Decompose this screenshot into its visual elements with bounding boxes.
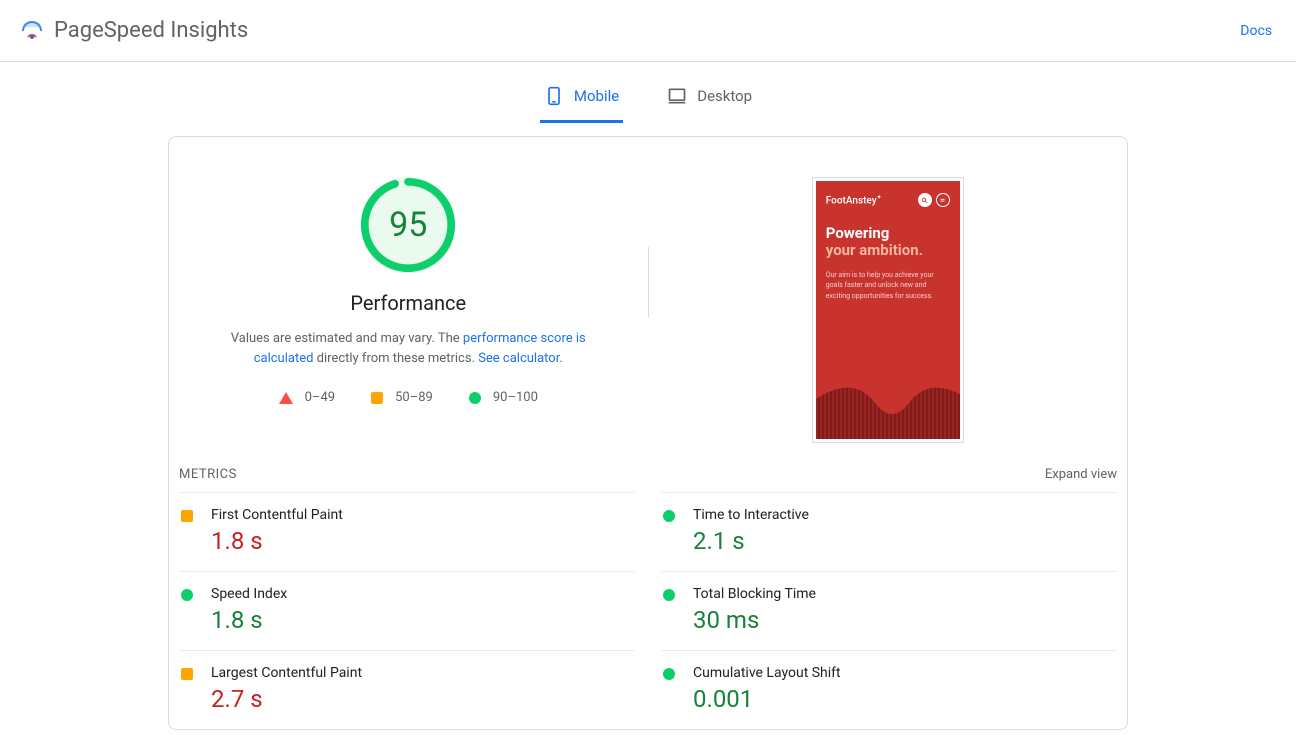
preview-topbar: FootAnstey✦ <box>826 193 950 207</box>
preview-screen: FootAnstey✦ Powering your ambition. Our … <box>816 181 960 439</box>
metric-row: Time to Interactive 2.1 s <box>661 492 1117 571</box>
metric-row: Cumulative Layout Shift 0.001 <box>661 650 1117 729</box>
desc-text-2: directly from these metrics. <box>313 351 478 366</box>
metrics-grid: First Contentful Paint 1.8 s Time to Inter… <box>169 492 1127 729</box>
metric-name: Cumulative Layout Shift <box>693 665 841 681</box>
circle-icon <box>469 392 481 404</box>
gauge-label: Performance <box>350 291 466 315</box>
metric-name: Total Blocking Time <box>693 586 816 602</box>
docs-link[interactable]: Docs <box>1240 23 1272 39</box>
preview-heading-2: your ambition. <box>826 242 950 259</box>
legend-fail: 0–49 <box>279 390 335 405</box>
summary-row: 95 Performance Values are estimated and … <box>169 177 1127 467</box>
see-calculator-link[interactable]: See calculator. <box>478 351 563 366</box>
metric-row: First Contentful Paint 1.8 s <box>179 492 635 571</box>
metric-name: Largest Contentful Paint <box>211 665 362 681</box>
metric-row: Total Blocking Time 30 ms <box>661 571 1117 650</box>
circle-icon <box>181 589 193 601</box>
app-header: PageSpeed Insights Docs <box>0 0 1296 62</box>
gauge-description: Values are estimated and may vary. The p… <box>208 329 608 368</box>
square-icon <box>371 392 383 404</box>
preview-paragraph: Our aim is to help you achieve your goal… <box>826 270 950 302</box>
metric-body: Time to Interactive 2.1 s <box>693 507 809 555</box>
preview-icons <box>918 193 950 207</box>
metric-value: 30 ms <box>693 606 816 634</box>
legend-avg-label: 50–89 <box>395 390 433 405</box>
report-card: 95 Performance Values are estimated and … <box>168 136 1128 730</box>
summary-left: 95 Performance Values are estimated and … <box>169 177 648 467</box>
site-preview: FootAnstey✦ Powering your ambition. Our … <box>812 177 964 443</box>
tab-desktop-label: Desktop <box>697 87 752 105</box>
legend-good: 90–100 <box>469 390 538 405</box>
desc-text-1: Values are estimated and may vary. The <box>231 331 463 346</box>
metric-body: Largest Contentful Paint 2.7 s <box>211 665 362 713</box>
preview-brand: FootAnstey✦ <box>826 194 882 206</box>
metric-body: Total Blocking Time 30 ms <box>693 586 816 634</box>
square-icon <box>181 668 193 680</box>
device-tabs: Mobile Desktop <box>0 62 1296 124</box>
search-icon <box>918 193 932 207</box>
mobile-icon <box>544 86 564 106</box>
circle-icon <box>663 668 675 680</box>
circle-icon <box>663 510 675 522</box>
metric-name: First Contentful Paint <box>211 507 343 523</box>
metric-name: Time to Interactive <box>693 507 809 523</box>
gauge-score: 95 <box>360 177 456 273</box>
legend-good-label: 90–100 <box>493 390 538 405</box>
preview-heading-1: Powering <box>826 225 950 242</box>
expand-view-toggle[interactable]: Expand view <box>1045 467 1117 482</box>
metric-row: Speed Index 1.8 s <box>179 571 635 650</box>
triangle-icon <box>279 392 293 404</box>
pagespeed-logo-icon <box>20 19 44 43</box>
preview-graphic-icon <box>816 369 960 439</box>
header-left: PageSpeed Insights <box>20 18 248 43</box>
circle-icon <box>663 589 675 601</box>
legend-avg: 50–89 <box>371 390 433 405</box>
metric-body: First Contentful Paint 1.8 s <box>211 507 343 555</box>
metric-value: 1.8 s <box>211 606 287 634</box>
metric-row: Largest Contentful Paint 2.7 s <box>179 650 635 729</box>
summary-right: FootAnstey✦ Powering your ambition. Our … <box>649 177 1128 467</box>
desktop-icon <box>667 86 687 106</box>
legend-fail-label: 0–49 <box>305 390 335 405</box>
score-legend: 0–49 50–89 90–100 <box>279 390 538 405</box>
metrics-title: METRICS <box>179 467 237 482</box>
tab-mobile-label: Mobile <box>574 87 619 105</box>
tab-mobile[interactable]: Mobile <box>540 76 623 123</box>
app-title: PageSpeed Insights <box>54 18 248 43</box>
metric-value: 1.8 s <box>211 527 343 555</box>
tab-desktop[interactable]: Desktop <box>663 76 756 123</box>
metric-value: 0.001 <box>693 685 841 713</box>
metric-body: Cumulative Layout Shift 0.001 <box>693 665 841 713</box>
metric-name: Speed Index <box>211 586 287 602</box>
metric-value: 2.1 s <box>693 527 809 555</box>
square-icon <box>181 510 193 522</box>
metric-body: Speed Index 1.8 s <box>211 586 287 634</box>
performance-gauge: 95 <box>360 177 456 273</box>
menu-icon <box>936 193 950 207</box>
metric-value: 2.7 s <box>211 685 362 713</box>
metrics-header: METRICS Expand view <box>169 467 1127 492</box>
